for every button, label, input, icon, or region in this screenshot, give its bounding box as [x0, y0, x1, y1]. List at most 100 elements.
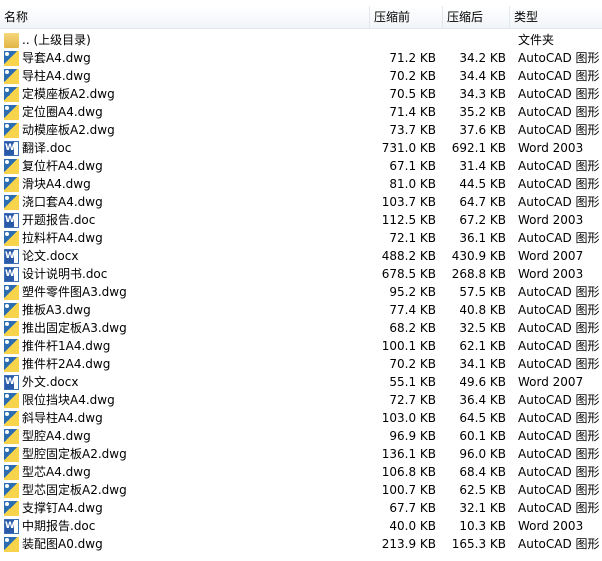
size-before: 96.9 KB [389, 429, 436, 443]
column-header-type[interactable]: 类型 [510, 6, 602, 28]
file-row[interactable]: 翻译.doc 731.0 KB 692.1 KB Word 2003 [0, 139, 602, 157]
file-row[interactable]: 浇口套A4.dwg 103.7 KB 64.7 KB AutoCAD 图形 [0, 193, 602, 211]
file-name: 推出固定板A3.dwg [22, 321, 127, 335]
size-before: 70.5 KB [389, 87, 436, 101]
file-name: 定位圈A4.dwg [22, 105, 103, 119]
file-name: 中期报告.doc [22, 519, 96, 533]
file-row[interactable]: 开题报告.doc 112.5 KB 67.2 KB Word 2003 [0, 211, 602, 229]
file-row[interactable]: 导套A4.dwg 71.2 KB 34.2 KB AutoCAD 图形 [0, 49, 602, 67]
column-header-after[interactable]: 压缩后 [443, 6, 510, 28]
file-type: AutoCAD 图形 [518, 195, 600, 209]
file-row[interactable]: 塑件零件图A3.dwg 95.2 KB 57.5 KB AutoCAD 图形 [0, 283, 602, 301]
file-type: AutoCAD 图形 [518, 501, 600, 515]
file-row[interactable]: 装配图A0.dwg 213.9 KB 165.3 KB AutoCAD 图形 [0, 535, 602, 553]
file-row[interactable]: 中期报告.doc 40.0 KB 10.3 KB Word 2003 [0, 517, 602, 535]
file-name: 导柱A4.dwg [22, 69, 91, 83]
file-row[interactable]: 推件杆2A4.dwg 70.2 KB 34.1 KB AutoCAD 图形 [0, 355, 602, 373]
file-name: 论文.docx [22, 249, 79, 263]
size-after: 37.6 KB [459, 123, 506, 137]
autocad-file-icon [4, 410, 19, 426]
file-name: 限位挡块A4.dwg [22, 393, 115, 407]
size-before: 68.2 KB [389, 321, 436, 335]
file-row[interactable]: 型腔A4.dwg 96.9 KB 60.1 KB AutoCAD 图形 [0, 427, 602, 445]
size-after: 57.5 KB [459, 285, 506, 299]
file-type: AutoCAD 图形 [518, 303, 600, 317]
size-before: 213.9 KB [381, 537, 436, 551]
file-row[interactable]: 论文.docx 488.2 KB 430.9 KB Word 2007 [0, 247, 602, 265]
size-before: 95.2 KB [389, 285, 436, 299]
size-after: 67.2 KB [459, 213, 506, 227]
size-before: 77.4 KB [389, 303, 436, 317]
file-name: 开题报告.doc [22, 213, 96, 227]
file-type: Word 2003 [518, 519, 584, 533]
file-name: 定模座板A2.dwg [22, 87, 115, 101]
file-type: 文件夹 [518, 33, 555, 47]
file-type: AutoCAD 图形 [518, 411, 600, 425]
file-type: AutoCAD 图形 [518, 177, 600, 191]
size-after: 268.8 KB [451, 267, 506, 281]
file-type: AutoCAD 图形 [518, 105, 600, 119]
file-type: AutoCAD 图形 [518, 123, 600, 137]
size-before: 81.0 KB [389, 177, 436, 191]
file-row[interactable]: 推板A3.dwg 77.4 KB 40.8 KB AutoCAD 图形 [0, 301, 602, 319]
autocad-file-icon [4, 320, 19, 336]
column-header: 名称 压缩前 压缩后 类型 [0, 6, 602, 29]
file-row[interactable]: 设计说明书.doc 678.5 KB 268.8 KB Word 2003 [0, 265, 602, 283]
file-type: AutoCAD 图形 [518, 447, 600, 461]
file-row[interactable]: 支撑钉A4.dwg 67.7 KB 32.1 KB AutoCAD 图形 [0, 499, 602, 517]
file-type: Word 2003 [518, 213, 584, 227]
column-header-name[interactable]: 名称 [0, 6, 370, 28]
file-row[interactable]: 动模座板A2.dwg 73.7 KB 37.6 KB AutoCAD 图形 [0, 121, 602, 139]
file-row[interactable]: 滑块A4.dwg 81.0 KB 44.5 KB AutoCAD 图形 [0, 175, 602, 193]
file-name: 翻译.doc [22, 141, 72, 155]
size-before: 136.1 KB [381, 447, 436, 461]
file-row[interactable]: 定位圈A4.dwg 71.4 KB 35.2 KB AutoCAD 图形 [0, 103, 602, 121]
autocad-file-icon [4, 356, 19, 372]
size-after: 44.5 KB [459, 177, 506, 191]
column-header-before[interactable]: 压缩前 [370, 6, 443, 28]
autocad-file-icon [4, 392, 19, 408]
file-type: AutoCAD 图形 [518, 465, 600, 479]
size-after: 10.3 KB [459, 519, 506, 533]
size-after: 31.4 KB [459, 159, 506, 173]
file-row[interactable]: 外文.docx 55.1 KB 49.6 KB Word 2007 [0, 373, 602, 391]
file-row[interactable]: 型芯固定板A2.dwg 100.7 KB 62.5 KB AutoCAD 图形 [0, 481, 602, 499]
file-row[interactable]: 推件杆1A4.dwg 100.1 KB 62.1 KB AutoCAD 图形 [0, 337, 602, 355]
autocad-file-icon [4, 536, 19, 552]
size-after: 62.5 KB [459, 483, 506, 497]
autocad-file-icon [4, 68, 19, 84]
file-row[interactable]: 推出固定板A3.dwg 68.2 KB 32.5 KB AutoCAD 图形 [0, 319, 602, 337]
word-file-icon [4, 374, 19, 390]
autocad-file-icon [4, 482, 19, 498]
file-row[interactable]: 拉料杆A4.dwg 72.1 KB 36.1 KB AutoCAD 图形 [0, 229, 602, 247]
size-before: 71.4 KB [389, 105, 436, 119]
file-name: 塑件零件图A3.dwg [22, 285, 127, 299]
size-after: 49.6 KB [459, 375, 506, 389]
file-type: AutoCAD 图形 [518, 483, 600, 497]
size-after: 34.1 KB [459, 357, 506, 371]
size-after: 62.1 KB [459, 339, 506, 353]
size-before: 72.1 KB [389, 231, 436, 245]
file-row[interactable]: 限位挡块A4.dwg 72.7 KB 36.4 KB AutoCAD 图形 [0, 391, 602, 409]
file-row[interactable]: 导柱A4.dwg 70.2 KB 34.4 KB AutoCAD 图形 [0, 67, 602, 85]
parent-directory-row[interactable]: .. (上级目录) 文件夹 [0, 31, 602, 49]
file-row[interactable]: 型芯A4.dwg 106.8 KB 68.4 KB AutoCAD 图形 [0, 463, 602, 481]
autocad-file-icon [4, 158, 19, 174]
file-name: 推件杆1A4.dwg [22, 339, 111, 353]
size-after: 36.4 KB [459, 393, 506, 407]
size-after: 32.5 KB [459, 321, 506, 335]
file-name: 复位杆A4.dwg [22, 159, 103, 173]
size-before: 70.2 KB [389, 69, 436, 83]
word-file-icon [4, 248, 19, 264]
size-before: 70.2 KB [389, 357, 436, 371]
file-type: AutoCAD 图形 [518, 339, 600, 353]
autocad-file-icon [4, 104, 19, 120]
file-row[interactable]: 型腔固定板A2.dwg 136.1 KB 96.0 KB AutoCAD 图形 [0, 445, 602, 463]
size-after: 34.2 KB [459, 51, 506, 65]
file-type: AutoCAD 图形 [518, 357, 600, 371]
size-before: 103.0 KB [381, 411, 436, 425]
file-row[interactable]: 斜导柱A4.dwg 103.0 KB 64.5 KB AutoCAD 图形 [0, 409, 602, 427]
file-row[interactable]: 定模座板A2.dwg 70.5 KB 34.3 KB AutoCAD 图形 [0, 85, 602, 103]
file-row[interactable]: 复位杆A4.dwg 67.1 KB 31.4 KB AutoCAD 图形 [0, 157, 602, 175]
size-after: 32.1 KB [459, 501, 506, 515]
